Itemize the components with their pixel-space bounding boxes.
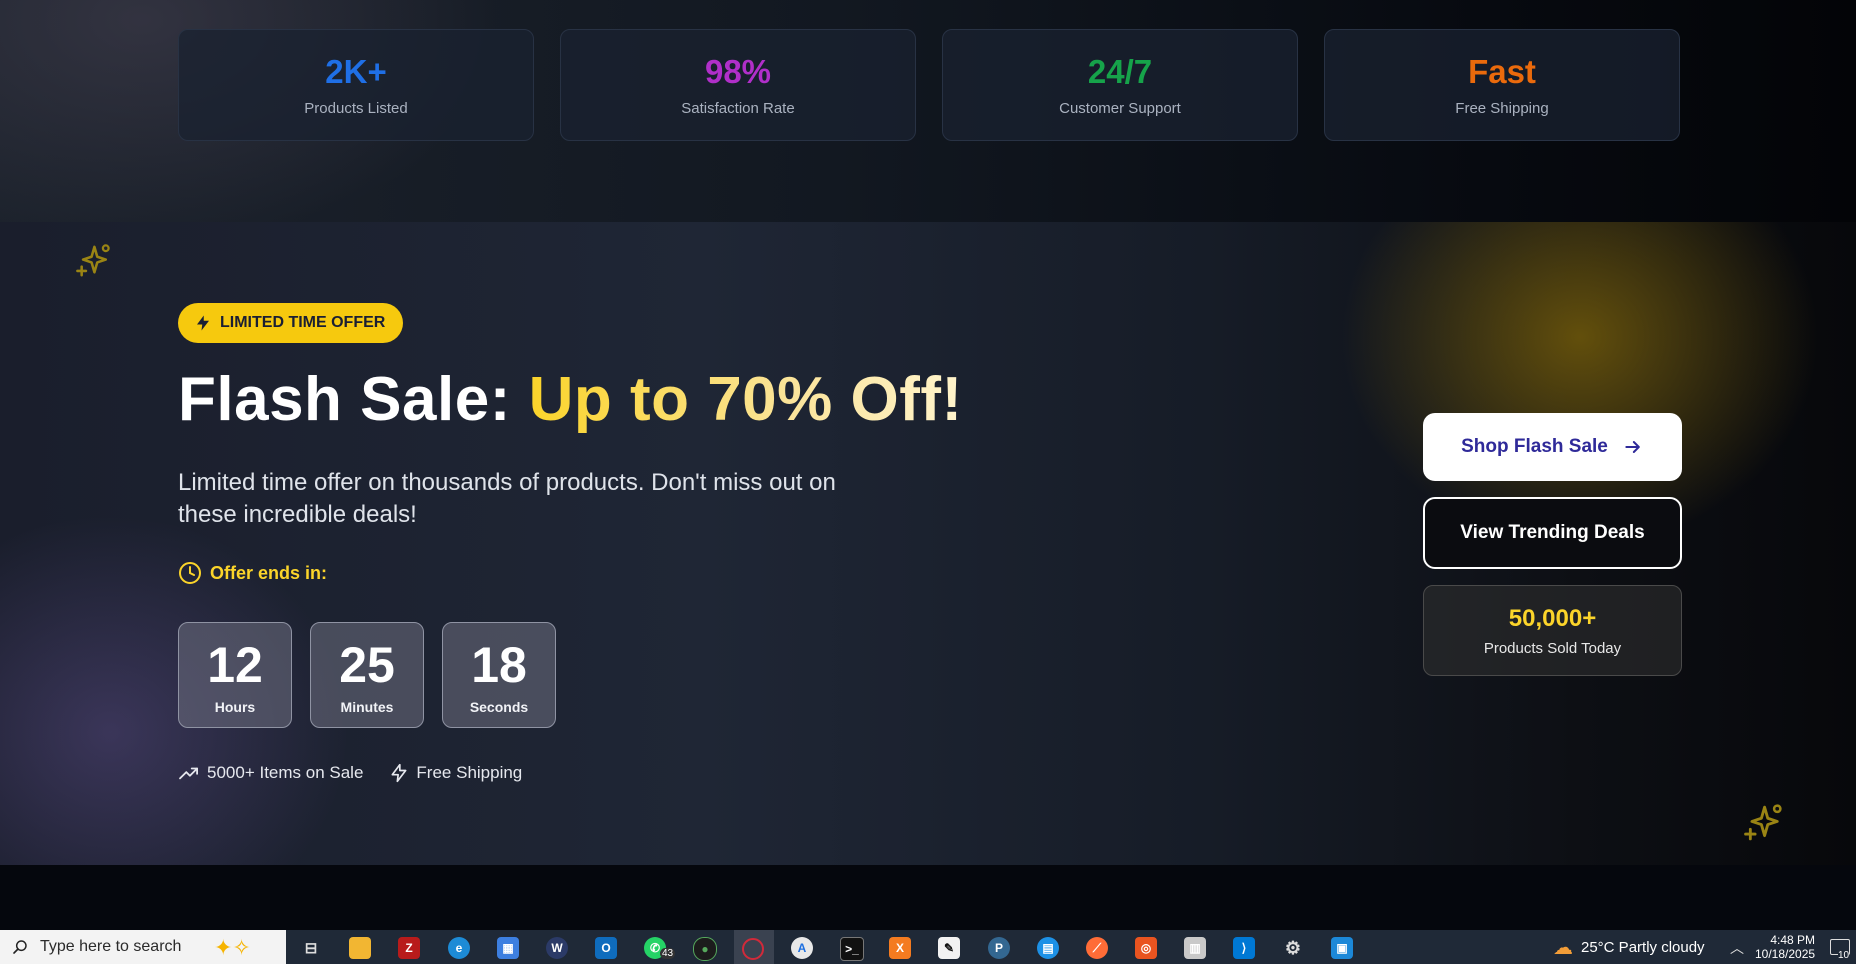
docker-icon[interactable]: ▤ — [1037, 937, 1059, 959]
opera-icon[interactable] — [742, 938, 764, 960]
inkscape-icon[interactable]: ✎ — [938, 937, 960, 959]
microsoft-store-icon[interactable]: ▦ — [497, 937, 519, 959]
clock-time: 4:48 PM — [1770, 933, 1816, 947]
shop-button-label: Shop Flash Sale — [1461, 436, 1608, 457]
lightning-icon — [391, 763, 407, 783]
timer-value: 12 — [207, 637, 263, 693]
timer-label: Hours — [214, 699, 256, 715]
windows-taskbar: Type here to search ✦✧ ⊟ Z e ▦ W O ✆ 43 … — [0, 930, 1856, 964]
weather-text: 25°C Partly cloudy — [1581, 938, 1705, 956]
file-explorer-icon[interactable] — [349, 937, 371, 959]
lightning-icon — [197, 315, 209, 331]
copilot-sparkle-icon[interactable]: ✦✧ — [214, 935, 251, 961]
timer-seconds: 18 Seconds — [442, 622, 556, 728]
badge-label: LIMITED TIME OFFER — [220, 314, 386, 331]
feature-text: 5000+ Items on Sale — [207, 763, 364, 782]
sparkle-icon — [76, 244, 110, 277]
partly-cloudy-icon: ☁ — [1553, 936, 1573, 959]
edge-browser-icon[interactable]: e — [448, 937, 470, 959]
timer-label: Seconds — [469, 699, 529, 715]
feature-items-on-sale: 5000+ Items on Sale — [178, 763, 363, 783]
vscode-icon[interactable]: ⟩ — [1233, 937, 1255, 959]
stat-label: Customer Support — [1059, 100, 1181, 117]
flash-sale-description: Limited time offer on thousands of produ… — [178, 469, 836, 528]
timer-label: Minutes — [340, 699, 394, 715]
limited-offer-badge: LIMITED TIME OFFER — [178, 303, 403, 343]
stats-section: 2K+ Products Listed 98% Satisfaction Rat… — [0, 0, 1856, 222]
flash-sale-headline: Flash Sale: Up to 70% Off! — [178, 369, 963, 431]
shop-flash-sale-button[interactable]: Shop Flash Sale — [1423, 413, 1682, 481]
timer-minutes: 25 Minutes — [310, 622, 424, 728]
database-tool-icon[interactable]: ▥ — [1184, 937, 1206, 959]
stat-value: 98% — [704, 53, 772, 90]
search-icon — [13, 940, 27, 954]
stat-card-support: 24/7 Customer Support — [942, 29, 1298, 141]
headline-plain: Flash Sale: — [178, 365, 529, 434]
wordpress-icon[interactable]: W — [546, 937, 568, 959]
feature-free-shipping: Free Shipping — [389, 763, 522, 783]
stat-card-shipping: Fast Free Shipping — [1324, 29, 1680, 141]
whatsapp-badge: 43 — [660, 948, 676, 959]
timer-hours: 12 Hours — [178, 622, 292, 728]
stat-label: Free Shipping — [1455, 100, 1549, 117]
sparkle-icon — [1744, 804, 1782, 841]
trending-up-icon — [179, 767, 198, 780]
task-view-icon[interactable]: ⊟ — [300, 937, 322, 959]
stat-value: 24/7 — [1087, 53, 1153, 90]
notification-count: 10 — [1838, 950, 1850, 961]
weather-widget[interactable]: ☁ 25°C Partly cloudy — [1553, 930, 1705, 964]
mongodb-icon[interactable]: ● — [693, 937, 717, 961]
offer-ends-text: Offer ends in: — [210, 562, 328, 583]
products-sold-count: 50,000+ — [1508, 605, 1597, 632]
stat-value: 2K+ — [325, 53, 387, 90]
postgresql-icon[interactable]: P — [988, 937, 1010, 959]
timer-value: 18 — [471, 637, 527, 693]
arrow-right-icon — [1625, 441, 1640, 453]
stat-label: Products Listed — [304, 100, 408, 117]
products-sold-card: 50,000+ Products Sold Today — [1423, 585, 1682, 676]
taskbar-search-placeholder: Type here to search — [40, 938, 182, 955]
taskbar-clock[interactable]: 4:48 PM 10/18/2025 — [1755, 933, 1815, 961]
stat-value: Fast — [1468, 53, 1536, 90]
ubuntu-icon[interactable]: ◎ — [1135, 937, 1157, 959]
clock-icon — [179, 562, 201, 584]
terminal-icon[interactable]: >_ — [840, 937, 864, 961]
headline-highlight: Up to 70% Off! — [528, 365, 963, 434]
products-sold-label: Products Sold Today — [1483, 640, 1622, 657]
stat-card-satisfaction: 98% Satisfaction Rate — [560, 29, 916, 141]
xampp-icon[interactable]: X — [889, 937, 911, 959]
chevron-up-icon[interactable]: ︿ — [1730, 938, 1744, 958]
stat-card-products: 2K+ Products Listed — [178, 29, 534, 141]
settings-gear-icon[interactable]: ⚙ — [1282, 937, 1304, 959]
taskbar-search-box[interactable]: Type here to search ✦✧ — [0, 930, 286, 964]
app-red-icon[interactable]: Z — [398, 937, 420, 959]
clock-date: 10/18/2025 — [1755, 947, 1816, 961]
remote-desktop-icon[interactable]: ▣ — [1331, 937, 1353, 959]
a-app-icon[interactable]: A — [791, 937, 813, 959]
outlook-icon[interactable]: O — [595, 937, 617, 959]
postman-icon[interactable]: ⟋ — [1086, 937, 1108, 959]
feature-text: Free Shipping — [416, 763, 523, 782]
flash-sale-section: LIMITED TIME OFFER Flash Sale: Up to 70%… — [0, 222, 1856, 865]
timer-value: 25 — [339, 637, 395, 693]
feature-list: 5000+ Items on Sale Free Shipping — [178, 763, 548, 783]
stat-label: Satisfaction Rate — [681, 100, 795, 117]
offer-ends-label: Offer ends in: — [178, 561, 327, 585]
view-trending-deals-button[interactable]: View Trending Deals — [1423, 497, 1682, 569]
